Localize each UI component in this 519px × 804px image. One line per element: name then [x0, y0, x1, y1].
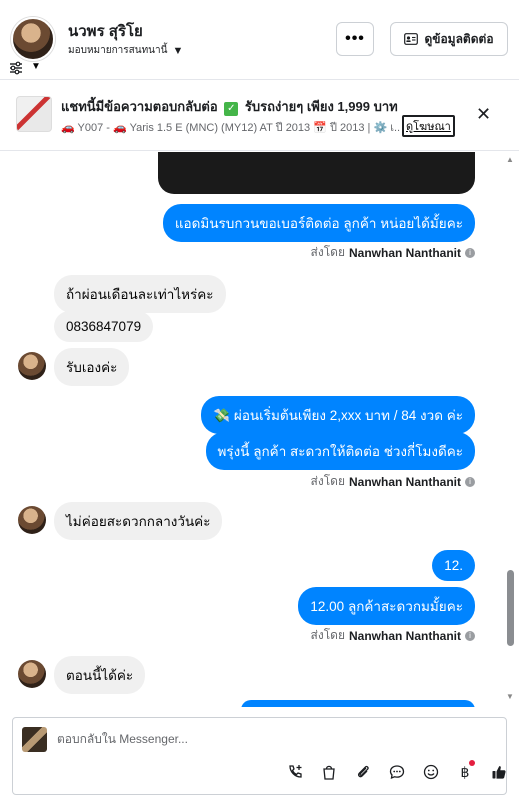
assign-label: มอบหมายการสนทนานี้: [68, 45, 168, 56]
sent-by-prefix: ส่งโดย: [310, 474, 345, 488]
payment-icon[interactable]: ฿: [455, 760, 475, 782]
contact-avatar-small: [18, 506, 46, 534]
thumbs-up-icon[interactable]: [489, 762, 509, 782]
saved-reply-icon[interactable]: [387, 762, 407, 782]
sent-by-label: ส่งโดย Nanwhan Nanthanit i: [311, 472, 475, 491]
incoming-message: ตอนนี้ได้ค่ะ: [54, 656, 146, 694]
ad-referral-banner: แชทนี้มีข้อความตอบกลับต่อ ✓ รับรถง่ายๆ เ…: [0, 81, 519, 151]
chevron-down-icon: ▼: [172, 44, 184, 57]
messenger-conversation: นวพร สุริโย มอบหมายการสนทนานี้ ▼ ▼ ••• ด…: [0, 0, 519, 804]
attachment-icon[interactable]: [353, 762, 373, 782]
sent-by-agent: Nanwhan Nanthanit: [348, 474, 461, 489]
contact-card-icon: [404, 33, 419, 45]
outgoing-message: 12.: [432, 550, 475, 581]
scroll-up-icon[interactable]: ▲: [506, 155, 514, 164]
outgoing-message: พรุ่งนี้ ลูกค้า สะดวกให้ติดต่อ ช่วงกี่โม…: [205, 432, 475, 470]
contact-avatar[interactable]: [11, 17, 55, 61]
call-add-icon[interactable]: [285, 762, 305, 782]
incoming-message: ถ้าผ่อนเดือนละเท่าไหร่คะ: [54, 275, 226, 313]
ad-subtitle: 🚗 Y007 - 🚗 Yaris 1.5 E (MNC) (MY12) AT ป…: [61, 122, 401, 134]
more-button[interactable]: •••: [336, 22, 374, 56]
view-contact-button[interactable]: ดูข้อมูลติดต่อ: [390, 22, 508, 56]
notification-dot: [469, 760, 475, 766]
check-icon: ✓: [224, 102, 239, 116]
view-ad-link[interactable]: ดูโฆษณา: [402, 115, 455, 137]
composer-toolbar: ฿: [285, 760, 509, 782]
message-thread: แอดมินรบกวนขอเบอร์ติดต่อ ลูกค้า หน่อยได้…: [0, 152, 519, 707]
reply-input[interactable]: [57, 732, 457, 746]
outgoing-message: แอดมินรบกวนขอเบอร์ติดต่อ ลูกค้า หน่อยได้…: [162, 204, 475, 242]
outgoing-message-partial: [241, 700, 475, 707]
sent-by-label: ส่งโดย Nanwhan Nanthanit i: [311, 243, 475, 262]
incoming-message: ไม่ค่อยสะดวกกลางวันค่ะ: [54, 502, 223, 540]
contact-avatar-small: [18, 352, 46, 380]
sent-by-label: ส่งโดย Nanwhan Nanthanit i: [311, 626, 475, 645]
ad-title-suffix: รับรถง่ายๆ เพียง 1,999 บาท: [244, 99, 398, 114]
image-attachment[interactable]: [158, 152, 475, 194]
close-icon[interactable]: ✕: [476, 104, 491, 125]
info-icon[interactable]: i: [465, 247, 475, 258]
message-composer: ฿: [12, 717, 507, 795]
contact-avatar-small: [18, 660, 46, 688]
sent-by-agent: Nanwhan Nanthanit: [348, 245, 461, 260]
incoming-message: รับเองค่ะ: [54, 348, 130, 386]
page-avatar: [22, 727, 47, 752]
view-contact-label: ดูข้อมูลติดต่อ: [424, 31, 494, 46]
emoji-icon[interactable]: [421, 762, 441, 782]
ad-thumbnail: [16, 96, 52, 132]
sent-by-prefix: ส่งโดย: [310, 628, 345, 642]
baht-symbol: ฿: [460, 763, 470, 780]
shopping-bag-icon[interactable]: [319, 762, 339, 782]
ad-title-prefix: แชทนี้มีข้อความตอบกลับต่อ: [61, 99, 218, 114]
sent-by-prefix: ส่งโดย: [310, 245, 345, 259]
scroll-down-icon[interactable]: ▼: [506, 692, 514, 701]
info-icon[interactable]: i: [465, 630, 475, 641]
scrollbar-thumb[interactable]: [507, 570, 514, 646]
assign-conversation-dropdown[interactable]: มอบหมายการสนทนานี้ ▼: [68, 43, 183, 58]
conversation-header: นวพร สุริโย มอบหมายการสนทนานี้ ▼ ▼ ••• ด…: [0, 0, 519, 80]
outgoing-message: 12.00 ลูกค้าสะดวกมมั้ยคะ: [298, 587, 475, 625]
contact-name[interactable]: นวพร สุริโย: [68, 19, 143, 43]
filter-icon[interactable]: [9, 61, 23, 75]
incoming-message: 0836847079: [54, 311, 154, 342]
more-icon: •••: [345, 30, 365, 47]
chevron-down-icon[interactable]: ▼: [31, 61, 41, 72]
sent-by-agent: Nanwhan Nanthanit: [348, 628, 461, 643]
info-icon[interactable]: i: [465, 476, 475, 487]
ad-title: แชทนี้มีข้อความตอบกลับต่อ ✓ รับรถง่ายๆ เ…: [61, 96, 398, 117]
outgoing-message: 💸 ผ่อนเริ่มต้นเพียง 2,xxx บาท / 84 งวด ค…: [201, 396, 475, 434]
